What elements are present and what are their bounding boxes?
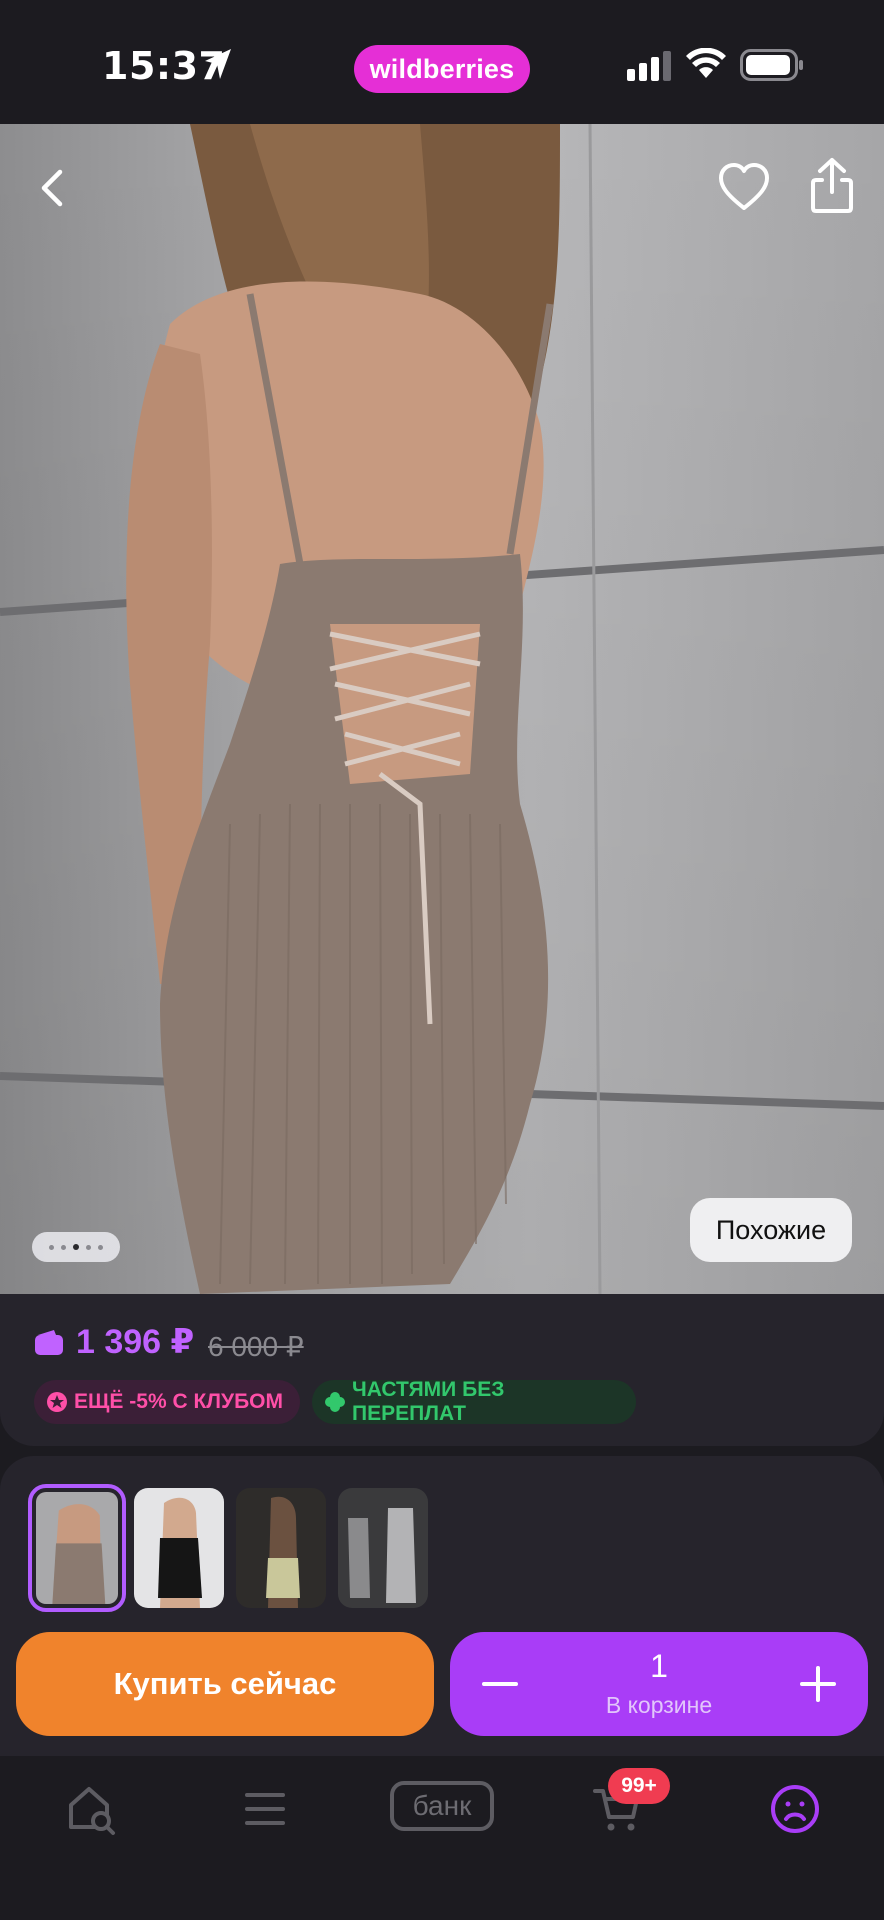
nav-catalog[interactable] bbox=[230, 1774, 300, 1844]
carousel-dot bbox=[86, 1244, 91, 1250]
price-card: 1 396 ₽ 6 000 ₽ ЕЩЁ -5% С КЛУБОМ ЧАСТЯМИ… bbox=[0, 1294, 884, 1446]
carousel-dot bbox=[49, 1244, 54, 1250]
thumb-image bbox=[236, 1488, 326, 1608]
bottom-navigation: банк 99+ bbox=[0, 1756, 884, 1920]
product-image-carousel[interactable]: Похожие bbox=[0, 124, 884, 1294]
thumb-image bbox=[36, 1492, 118, 1604]
similar-button[interactable]: Похожие bbox=[690, 1198, 852, 1262]
search-home-icon bbox=[69, 1787, 115, 1835]
gallery-thumb-1[interactable] bbox=[28, 1484, 126, 1612]
cart-quantity-stepper: 1 В корзине bbox=[450, 1632, 868, 1736]
nav-profile[interactable] bbox=[760, 1774, 830, 1844]
wallet-icon bbox=[35, 1330, 63, 1355]
share-button[interactable] bbox=[804, 156, 860, 216]
nav-bank[interactable]: банк bbox=[390, 1781, 494, 1831]
increase-quantity-button[interactable] bbox=[792, 1654, 844, 1714]
installments-label: ЧАСТЯМИ БЕЗ ПЕРЕПЛАТ bbox=[352, 1378, 505, 1425]
clover-icon bbox=[325, 1392, 345, 1412]
gallery-thumb-2[interactable] bbox=[134, 1488, 224, 1608]
current-price: 1 396 ₽ bbox=[76, 1323, 195, 1361]
carousel-dot bbox=[98, 1244, 103, 1250]
back-button[interactable] bbox=[24, 160, 80, 216]
brand-logo: wildberries bbox=[354, 45, 530, 93]
plus-icon bbox=[800, 1666, 836, 1702]
thumb-image bbox=[338, 1488, 428, 1608]
wifi-icon bbox=[686, 48, 726, 78]
thumb-image bbox=[134, 1488, 224, 1608]
gallery-thumb-3[interactable] bbox=[236, 1488, 326, 1608]
carousel-dot bbox=[61, 1244, 66, 1250]
profile-icon bbox=[771, 1785, 819, 1833]
product-photo bbox=[0, 124, 884, 1294]
menu-icon bbox=[245, 1793, 285, 1825]
cellular-signal-icon bbox=[627, 51, 671, 81]
carousel-indicator bbox=[32, 1232, 120, 1262]
club-discount-badge[interactable]: ЕЩЁ -5% С КЛУБОМ bbox=[34, 1380, 300, 1424]
location-arrow-icon bbox=[205, 49, 231, 79]
club-discount-label: ЕЩЁ -5% С КЛУБОМ bbox=[74, 1390, 284, 1413]
buy-now-button[interactable]: Купить сейчас bbox=[16, 1632, 434, 1736]
gallery-thumb-4[interactable] bbox=[338, 1488, 428, 1608]
status-bar: 15:37 wildberries bbox=[0, 0, 884, 124]
heart-icon bbox=[719, 163, 769, 210]
carousel-dot bbox=[73, 1244, 79, 1250]
favorite-button[interactable] bbox=[716, 160, 772, 216]
cart-count-badge: 99+ bbox=[608, 1768, 670, 1804]
old-price: 6 000 ₽ bbox=[208, 1331, 304, 1362]
battery-icon bbox=[740, 49, 803, 81]
installments-badge[interactable]: ЧАСТЯМИ БЕЗ ПЕРЕПЛАТ bbox=[312, 1378, 636, 1425]
star-badge-icon bbox=[47, 1392, 67, 1412]
share-icon bbox=[811, 158, 853, 213]
nav-home-search[interactable] bbox=[56, 1774, 126, 1844]
back-chevron-icon bbox=[41, 169, 63, 207]
